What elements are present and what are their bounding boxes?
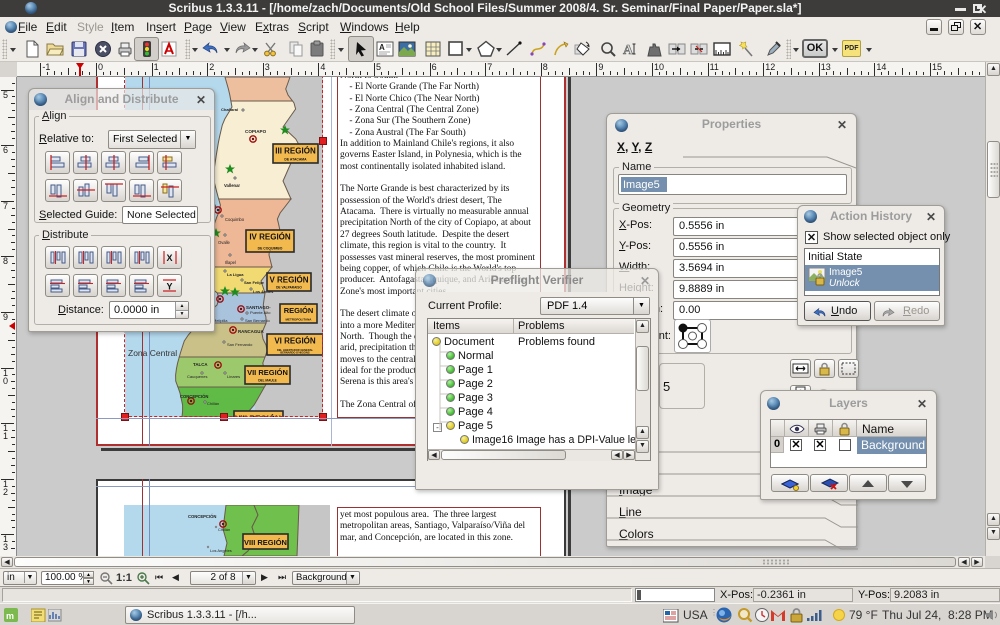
svg-text:Y: Y — [167, 282, 173, 292]
svg-text:Chillán: Chillán — [218, 527, 230, 532]
svg-text:A: A — [623, 43, 634, 58]
svg-text:VIII REGIÓN: VIII REGIÓN — [244, 538, 287, 547]
svg-text:X: X — [167, 253, 173, 263]
svg-text:A: A — [379, 43, 385, 52]
svg-text:Los Angeles: Los Angeles — [210, 548, 232, 553]
svg-text:m: m — [6, 611, 14, 621]
svg-text:CONCEPCIÓN: CONCEPCIÓN — [188, 514, 216, 519]
